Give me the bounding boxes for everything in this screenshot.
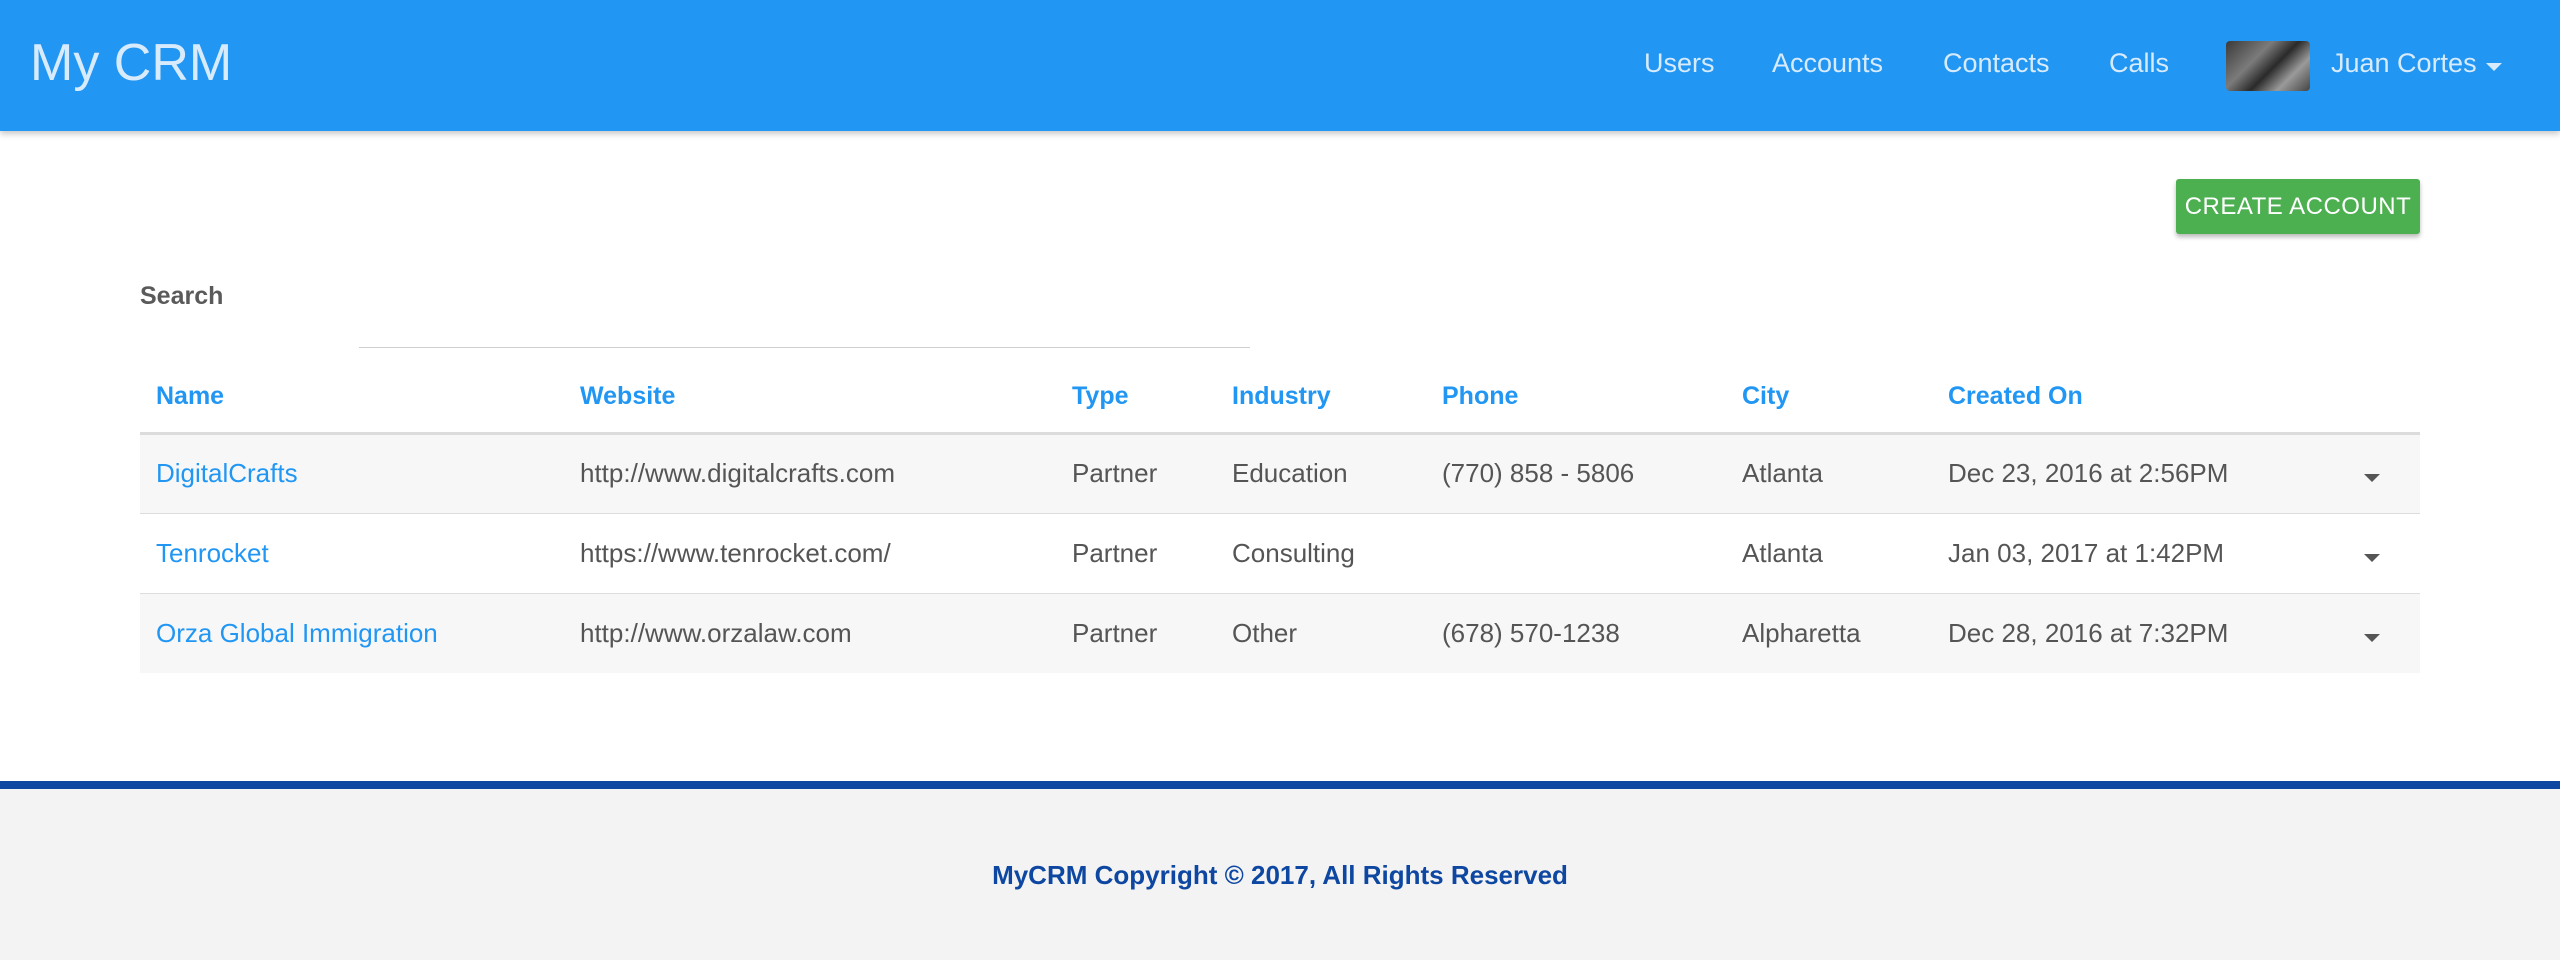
row-actions-cell bbox=[2348, 593, 2420, 673]
column-header-phone[interactable]: Phone bbox=[1426, 362, 1726, 435]
create-account-button[interactable]: CREATE ACCOUNT bbox=[2176, 179, 2420, 234]
created-on-cell: Jan 03, 2017 at 1:42PM bbox=[1932, 513, 2348, 594]
footer-copyright: MyCRM Copyright © 2017, All Rights Reser… bbox=[992, 860, 1568, 890]
row-menu-caret-icon[interactable] bbox=[2364, 553, 2380, 562]
nav-users-link[interactable]: Users bbox=[1644, 48, 1715, 79]
account-name-link[interactable]: Tenrocket bbox=[156, 538, 269, 568]
column-header-actions bbox=[2348, 362, 2420, 435]
column-header-city[interactable]: City bbox=[1726, 362, 1932, 435]
chevron-down-icon[interactable] bbox=[2486, 63, 2502, 71]
type-cell: Partner bbox=[1056, 433, 1216, 514]
type-cell: Partner bbox=[1056, 513, 1216, 594]
accounts-table: Name Website Type Industry Phone City Cr… bbox=[140, 362, 2420, 673]
top-navbar: My CRM Users Accounts Contacts Calls Jua… bbox=[0, 0, 2560, 131]
row-actions-cell bbox=[2348, 433, 2420, 514]
nav-calls-link[interactable]: Calls bbox=[2109, 48, 2169, 79]
phone-cell bbox=[1426, 513, 1726, 594]
city-cell: Atlanta bbox=[1726, 433, 1932, 514]
account-name-cell: Tenrocket bbox=[140, 513, 564, 594]
page-footer: MyCRM Copyright © 2017, All Rights Reser… bbox=[0, 781, 2560, 960]
city-cell: Alpharetta bbox=[1726, 593, 1932, 673]
created-on-cell: Dec 28, 2016 at 7:32PM bbox=[1932, 593, 2348, 673]
account-name-cell: Orza Global Immigration bbox=[140, 593, 564, 673]
search-input[interactable] bbox=[359, 300, 1250, 348]
created-on-cell: Dec 23, 2016 at 2:56PM bbox=[1932, 433, 2348, 514]
column-header-created-on[interactable]: Created On bbox=[1932, 362, 2348, 435]
account-name-link[interactable]: DigitalCrafts bbox=[156, 458, 298, 488]
industry-cell: Consulting bbox=[1216, 513, 1426, 594]
website-cell: http://www.orzalaw.com bbox=[564, 593, 1056, 673]
website-cell: https://www.tenrocket.com/ bbox=[564, 513, 1056, 594]
industry-cell: Education bbox=[1216, 433, 1426, 514]
table-header-row: Name Website Type Industry Phone City Cr… bbox=[140, 362, 2420, 435]
row-actions-cell bbox=[2348, 513, 2420, 594]
account-name-cell: DigitalCrafts bbox=[140, 433, 564, 514]
phone-cell: (770) 858 - 5806 bbox=[1426, 433, 1726, 514]
nav-accounts-link[interactable]: Accounts bbox=[1772, 48, 1883, 79]
phone-cell: (678) 570-1238 bbox=[1426, 593, 1726, 673]
nav-contacts-link[interactable]: Contacts bbox=[1943, 48, 2050, 79]
search-label: Search bbox=[140, 282, 224, 310]
row-menu-caret-icon[interactable] bbox=[2364, 633, 2380, 642]
column-header-type[interactable]: Type bbox=[1056, 362, 1216, 435]
website-cell: http://www.digitalcrafts.com bbox=[564, 433, 1056, 514]
industry-cell: Other bbox=[1216, 593, 1426, 673]
brand-logo[interactable]: My CRM bbox=[30, 30, 232, 96]
table-row: DigitalCrafts http://www.digitalcrafts.c… bbox=[140, 433, 2420, 514]
user-menu-toggle[interactable]: Juan Cortes bbox=[2331, 48, 2477, 79]
row-menu-caret-icon[interactable] bbox=[2364, 474, 2380, 482]
type-cell: Partner bbox=[1056, 593, 1216, 673]
table-row: Tenrocket https://www.tenrocket.com/ Par… bbox=[140, 513, 2420, 594]
account-name-link[interactable]: Orza Global Immigration bbox=[156, 618, 438, 648]
column-header-industry[interactable]: Industry bbox=[1216, 362, 1426, 435]
user-avatar[interactable] bbox=[2226, 41, 2310, 91]
column-header-website[interactable]: Website bbox=[564, 362, 1056, 435]
table-row: Orza Global Immigration http://www.orzal… bbox=[140, 593, 2420, 673]
city-cell: Atlanta bbox=[1726, 513, 1932, 594]
column-header-name[interactable]: Name bbox=[140, 362, 564, 435]
